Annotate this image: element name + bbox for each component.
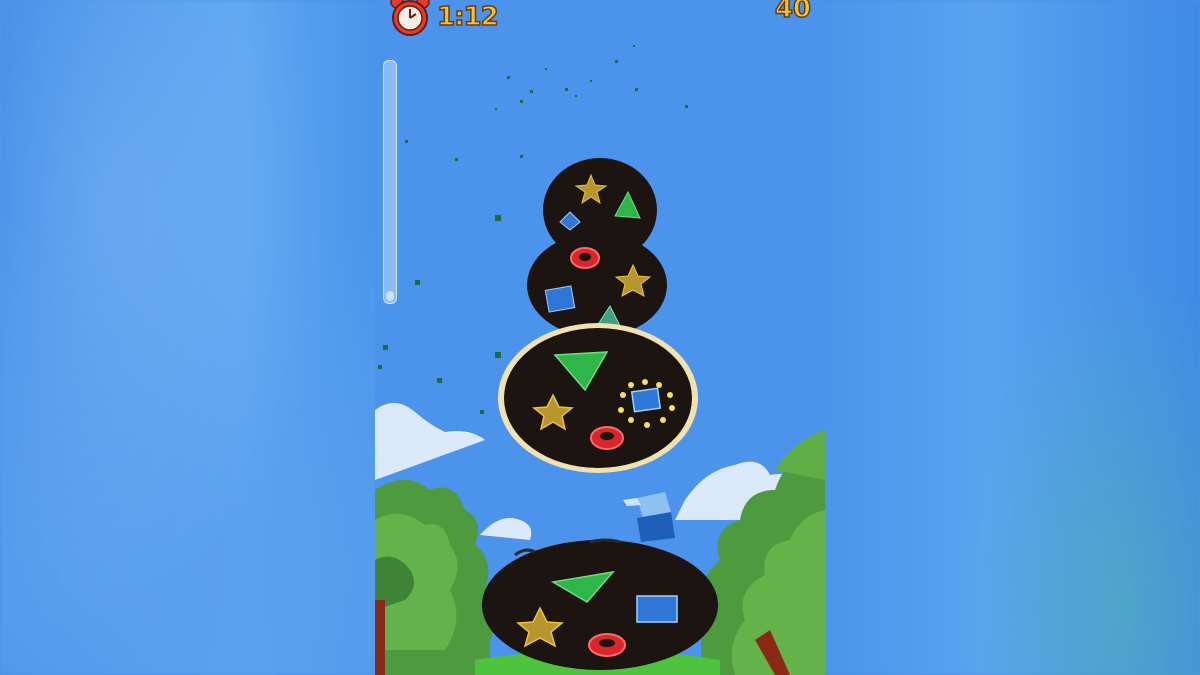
square-peg[interactable]: [544, 285, 576, 313]
cloud-left: [375, 402, 485, 480]
level-progress-bar: [383, 60, 397, 304]
game-viewport[interactable]: 1:12 40: [375, 0, 825, 675]
alarm-clock-icon: [390, 0, 430, 36]
cloud-small: [480, 517, 532, 540]
game-scene: [375, 45, 825, 675]
background-fog-left: [0, 0, 375, 675]
score-display: 40: [774, 0, 812, 25]
background-fog-right: [825, 0, 1200, 675]
trees-left: [375, 480, 497, 675]
hole-bottom[interactable]: [482, 538, 718, 670]
hole-top[interactable]: [527, 158, 667, 337]
falling-cube-piece[interactable]: [623, 492, 675, 542]
timer-display: 1:12: [436, 1, 499, 33]
square-slot[interactable]: [636, 595, 678, 623]
level-progress-fill: [386, 291, 394, 301]
hole-middle[interactable]: [498, 323, 698, 473]
